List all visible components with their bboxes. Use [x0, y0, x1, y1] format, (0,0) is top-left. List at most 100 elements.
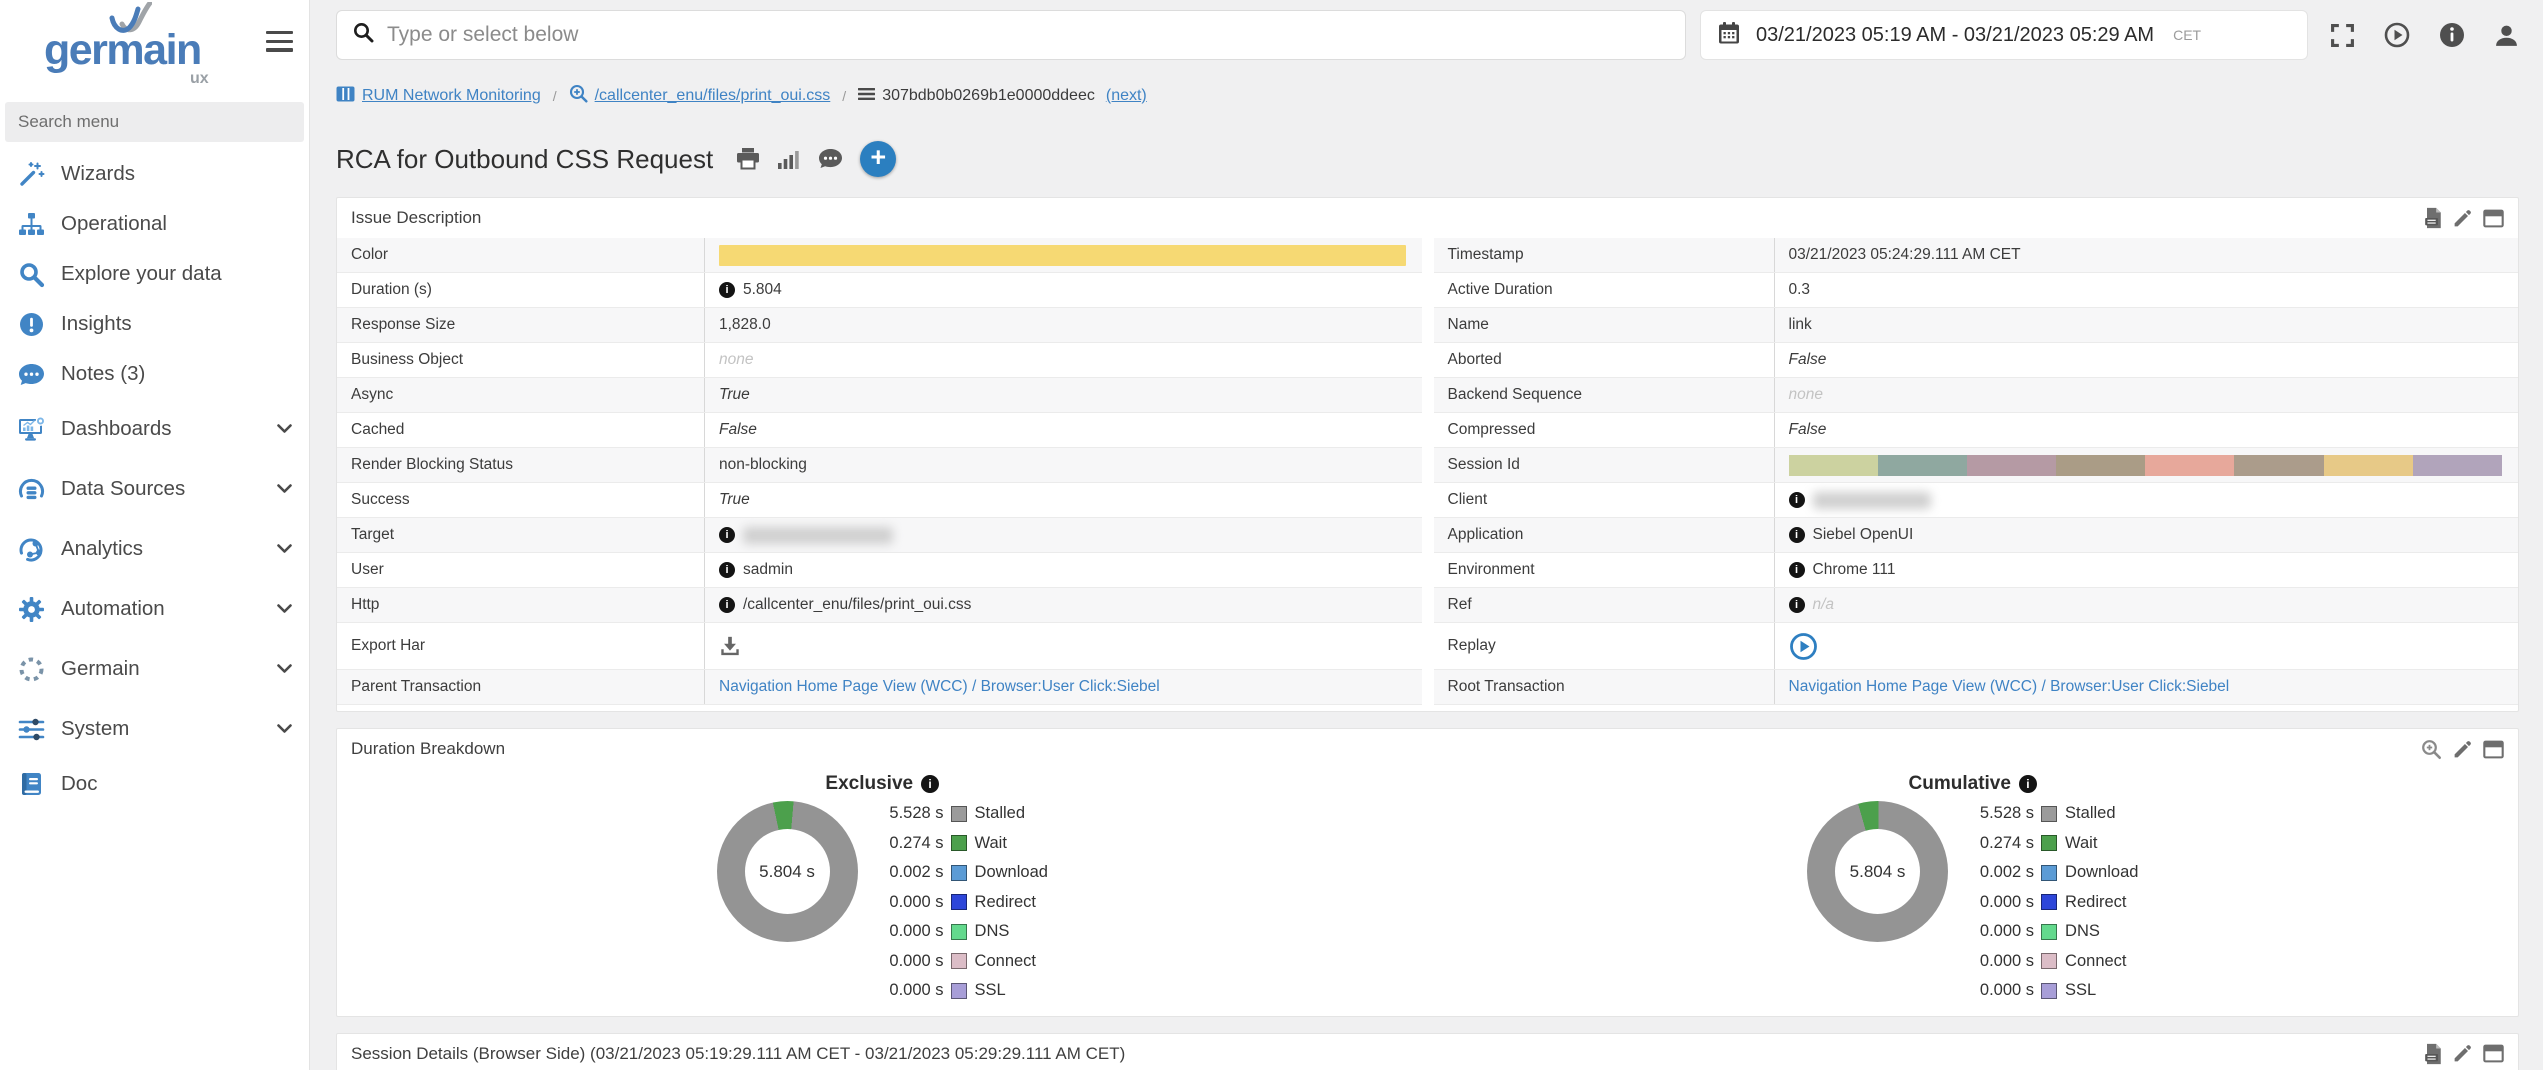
- info-icon[interactable]: i: [719, 282, 735, 298]
- export-csv-icon[interactable]: [2423, 1043, 2442, 1065]
- info-icon[interactable]: i: [1789, 527, 1805, 543]
- row-label: Parent Transaction: [337, 670, 705, 704]
- chevron-down-icon: [277, 424, 292, 434]
- sidebar-collapse-button[interactable]: [266, 31, 293, 57]
- sidebar-item-label: Analytics: [61, 537, 143, 561]
- add-button[interactable]: +: [860, 141, 896, 177]
- topbar: 03/21/2023 05:19 AM - 03/21/2023 05:29 A…: [336, 10, 2519, 60]
- breadcrumb-dashboard[interactable]: RUM Network Monitoring: [336, 86, 541, 107]
- legend-item: 5.528 sStalled: [1956, 799, 2138, 829]
- legend-swatch: [951, 983, 967, 999]
- sidebar-item-insights[interactable]: Insights: [0, 299, 309, 349]
- redacted-value: [743, 527, 893, 544]
- info-icon[interactable]: i: [1789, 492, 1805, 508]
- legend-item: 0.000 sConnect: [866, 947, 1048, 977]
- comment-button[interactable]: [818, 147, 843, 171]
- row-label: Timestamp: [1434, 238, 1775, 272]
- row-label: User: [337, 553, 705, 587]
- main-content: 03/21/2023 05:19 AM - 03/21/2023 05:29 A…: [310, 0, 2543, 1070]
- sidebar-item-label: System: [61, 717, 129, 741]
- table-row: Success True: [337, 483, 1422, 518]
- sidebar-item-doc[interactable]: Doc: [0, 759, 309, 809]
- info-icon[interactable]: i: [2019, 775, 2037, 793]
- global-search[interactable]: [336, 10, 1686, 60]
- legend-item: 0.002 sDownload: [866, 858, 1048, 888]
- sidebar-item-explore[interactable]: Explore your data: [0, 249, 309, 299]
- sidebar-item-system[interactable]: System: [0, 699, 309, 759]
- row-label: Target: [337, 518, 705, 552]
- sidebar-item-notes[interactable]: Notes (3): [0, 349, 309, 399]
- window-icon[interactable]: [2483, 740, 2504, 759]
- row-value: Siebel OpenUI: [1813, 526, 1914, 544]
- edit-pencil-icon[interactable]: [2452, 739, 2473, 760]
- legend-swatch: [951, 953, 967, 969]
- row-value: none: [1789, 386, 1823, 404]
- breadcrumb-link: RUM Network Monitoring: [362, 87, 541, 105]
- chart-title: Exclusive i: [825, 773, 939, 795]
- info-icon[interactable]: i: [719, 597, 735, 613]
- date-range-picker[interactable]: 03/21/2023 05:19 AM - 03/21/2023 05:29 A…: [1700, 10, 2308, 60]
- download-har-icon[interactable]: [719, 635, 741, 657]
- sidebar-item-data-sources[interactable]: Data Sources: [0, 459, 309, 519]
- table-row: Render Blocking Status non-blocking: [337, 448, 1422, 483]
- sidebar-search-input[interactable]: [5, 102, 304, 142]
- info-icon[interactable]: i: [719, 562, 735, 578]
- sidebar-item-analytics[interactable]: Analytics: [0, 519, 309, 579]
- redacted-value: [1813, 492, 1931, 509]
- row-value: sadmin: [743, 561, 793, 579]
- legend-item: 0.000 sConnect: [1956, 947, 2138, 977]
- edit-pencil-icon[interactable]: [2452, 208, 2473, 229]
- sidebar-item-operational[interactable]: Operational: [0, 199, 309, 249]
- print-button[interactable]: [736, 147, 760, 171]
- sidebar-item-dashboards[interactable]: Dashboards: [0, 399, 309, 459]
- legend-item: 0.000 sDNS: [866, 917, 1048, 947]
- logo: germain ux: [0, 0, 309, 94]
- info-icon[interactable]: i: [1789, 597, 1805, 613]
- chevron-down-icon: [277, 664, 292, 674]
- chevron-down-icon: [277, 484, 292, 494]
- sidebar-menu: Wizards Operational Explore your data In…: [0, 149, 309, 809]
- legend-item: 0.000 sSSL: [1956, 976, 2138, 1006]
- book-icon: [17, 770, 46, 798]
- next-record-link[interactable]: (next): [1106, 87, 1147, 105]
- panel-actions: [2423, 207, 2504, 229]
- session-id-color-bar: [1789, 455, 2503, 476]
- fullscreen-button[interactable]: [2330, 23, 2355, 48]
- zoom-icon[interactable]: [2421, 739, 2442, 760]
- window-icon[interactable]: [2483, 1044, 2504, 1063]
- search-icon: [17, 260, 46, 288]
- donut-total: 5.804 s: [717, 801, 858, 942]
- replay-play-button[interactable]: [1789, 632, 1818, 661]
- export-csv-icon[interactable]: [2423, 207, 2442, 229]
- edit-pencil-icon[interactable]: [2452, 1043, 2473, 1064]
- row-label: Http: [337, 588, 705, 622]
- info-icon[interactable]: i: [921, 775, 939, 793]
- table-row: Environment iChrome 111: [1434, 553, 2519, 588]
- row-value: False: [1789, 421, 1827, 439]
- breadcrumb-link: /callcenter_enu/files/print_oui.css: [595, 87, 831, 105]
- legend-swatch: [951, 835, 967, 851]
- user-button[interactable]: [2494, 23, 2519, 48]
- table-row: Name link: [1434, 308, 2519, 343]
- table-row: Application iSiebel OpenUI: [1434, 518, 2519, 553]
- table-row: Session Id: [1434, 448, 2519, 483]
- sidebar-item-wizards[interactable]: Wizards: [0, 149, 309, 199]
- row-value: 1,828.0: [719, 316, 771, 334]
- global-search-input[interactable]: [387, 23, 1669, 47]
- row-value: none: [719, 351, 753, 369]
- parent-transaction-link[interactable]: Navigation Home Page View (WCC) / Browse…: [719, 678, 1160, 696]
- signal-bars-button[interactable]: [777, 148, 801, 170]
- info-icon[interactable]: i: [1789, 562, 1805, 578]
- sidebar-item-automation[interactable]: Automation: [0, 579, 309, 639]
- chevron-down-icon: [277, 604, 292, 614]
- panel-actions: [2423, 1043, 2504, 1065]
- window-icon[interactable]: [2483, 209, 2504, 228]
- info-circle-button[interactable]: [2439, 22, 2465, 48]
- root-transaction-link[interactable]: Navigation Home Page View (WCC) / Browse…: [1789, 678, 2230, 696]
- breadcrumb-request[interactable]: /callcenter_enu/files/print_oui.css: [569, 84, 831, 108]
- sidebar-item-germain[interactable]: Germain: [0, 639, 309, 699]
- row-label: Export Har: [337, 623, 705, 669]
- info-icon[interactable]: i: [719, 527, 735, 543]
- play-circle-button[interactable]: [2384, 22, 2410, 48]
- sidebar-item-label: Automation: [61, 597, 165, 621]
